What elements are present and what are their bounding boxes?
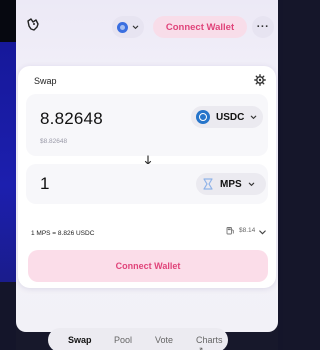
output-currency-panel: 1 MPS [26,164,268,204]
bottom-nav: Swap Pool Vote Charts ↗ [48,328,228,350]
background-strip-bottom [0,282,16,350]
nav-swap[interactable]: Swap [68,335,92,345]
input-usd-value: $8.82648 [40,138,68,145]
nav-charts[interactable]: Charts ↗ [196,335,228,350]
more-options-button[interactable]: ··· [252,16,274,38]
output-amount-field[interactable]: 1 [40,174,49,194]
gear-icon[interactable] [254,74,266,86]
output-token-symbol: MPS [220,178,242,190]
input-token-selector[interactable]: USDC [191,106,263,128]
gas-cost-value: $8.14 [239,227,256,234]
chevron-down-icon [132,25,139,29]
mps-token-icon [203,178,213,190]
ethereum-network-icon [117,21,128,33]
exchange-rate-text[interactable]: 1 MPS = 8.826 USDC [31,230,94,237]
connect-wallet-header-button[interactable]: Connect Wallet [153,16,247,38]
swap-card: Swap 8.82648 $8.82648 USDC 1 MPS 1 MPS =… [18,66,276,288]
output-token-selector[interactable]: MPS [196,173,266,195]
input-token-symbol: USDC [216,111,245,123]
gas-pump-icon [226,227,234,235]
background-strip-right [278,0,283,350]
network-selector[interactable] [112,16,144,38]
swap-title: Swap [34,76,57,86]
chevron-down-icon [248,182,254,186]
usdc-token-icon [196,110,210,124]
nav-pool[interactable]: Pool [114,335,132,345]
input-amount-field[interactable]: 8.82648 [40,109,103,129]
chevron-down-icon[interactable] [258,228,267,237]
uniswap-logo-icon[interactable] [26,18,40,32]
chevron-down-icon [251,115,257,119]
gas-estimate: $8.14 [226,226,255,235]
connect-wallet-button[interactable]: Connect Wallet [28,250,268,282]
input-currency-panel: 8.82648 $8.82648 USDC [26,94,268,156]
background-gradient [0,42,16,282]
nav-vote[interactable]: Vote [155,335,173,345]
background-strip [0,0,16,42]
app-panel: Connect Wallet ··· Swap 8.82648 $8.82648 [16,0,278,332]
